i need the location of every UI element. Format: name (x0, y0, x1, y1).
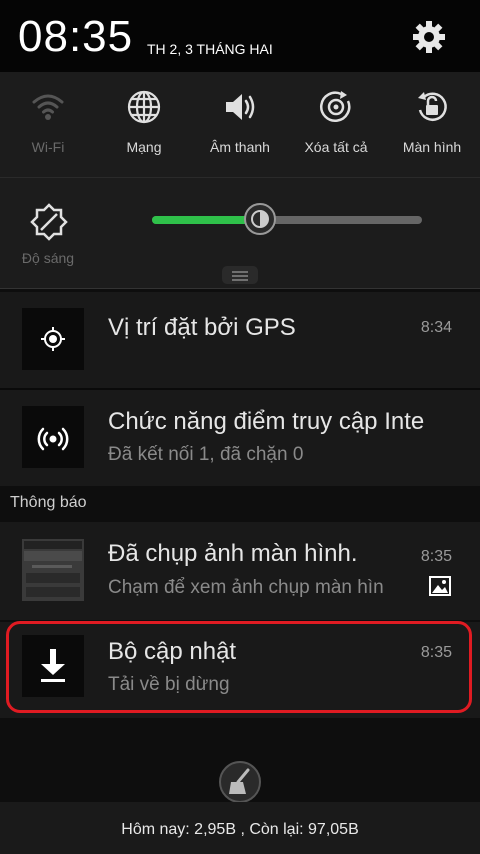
screenshot-thumbnail (22, 539, 84, 601)
drag-handle-icon[interactable] (222, 266, 258, 284)
data-usage-text: Hôm nay: 2,95B , Còn lại: 97,05B (121, 821, 359, 838)
screenshot-thumbnail-image (22, 539, 84, 601)
gps-icon (41, 327, 65, 351)
speaker-icon (226, 94, 255, 120)
gear-icon[interactable] (411, 19, 447, 55)
gps-icon-tile (22, 308, 84, 370)
clear-all-icon (319, 91, 351, 123)
screen-rotation-lock-icon (418, 92, 447, 121)
notification-title: Chức năng điểm truy cập Inte (108, 408, 425, 435)
status-bar: 08:35 TH 2, 3 THÁNG HAI (0, 0, 480, 72)
brightness-panel: Độ sáng (0, 178, 480, 289)
notification-hotspot[interactable]: Chức năng điểm truy cập Inte Đã kết nối … (0, 390, 480, 486)
hotspot-icon (37, 427, 69, 451)
qs-wifi-label: Wi-Fi (31, 139, 65, 155)
notification-screenshot[interactable]: Đã chụp ảnh màn hình. 8:35 Chạm để xem ả… (0, 522, 480, 620)
brightness-auto-icon[interactable] (30, 203, 68, 241)
qs-clear-all-label: Xóa tất cả (304, 139, 368, 155)
notification-subtitle: Đã kết nối 1, đã chặn 0 (108, 444, 304, 465)
highlight-outline (6, 621, 472, 713)
qs-screen[interactable]: Màn hình (384, 72, 480, 177)
brightness-thumb-icon (251, 210, 269, 228)
data-usage-bar: Hôm nay: 2,95B , Còn lại: 97,05B (0, 802, 480, 854)
brightness-slider[interactable] (152, 203, 422, 235)
qs-wifi[interactable]: Wi-Fi (0, 72, 96, 177)
clock: 08:35 (18, 12, 134, 61)
notification-time: 8:35 (420, 548, 452, 565)
notification-time: 8:34 (420, 319, 452, 336)
notification-subtitle: Chạm để xem ảnh chụp màn hìn (108, 577, 384, 598)
qs-clear-all[interactable]: Xóa tất cả (288, 72, 384, 177)
qs-sound-label: Âm thanh (210, 139, 270, 155)
date: TH 2, 3 THÁNG HAI (147, 41, 273, 57)
section-header: Thông báo (10, 494, 87, 511)
qs-network[interactable]: Mạng (96, 72, 192, 177)
hotspot-icon-tile (22, 406, 84, 468)
image-icon (429, 576, 451, 596)
brightness-label: Độ sáng (21, 250, 75, 266)
clear-notifications-icon[interactable] (218, 760, 262, 804)
brightness-slider-thumb[interactable] (244, 203, 276, 235)
notification-title: Vị trí đặt bởi GPS (108, 314, 296, 341)
notification-title: Đã chụp ảnh màn hình. (108, 540, 358, 567)
quick-settings: Wi-Fi Mạng Âm thanh Xóa tất cả Màn hình (0, 72, 480, 178)
notification-gps[interactable]: Vị trí đặt bởi GPS 8:34 (0, 292, 480, 388)
globe-icon (127, 90, 161, 124)
qs-sound[interactable]: Âm thanh (192, 72, 288, 177)
qs-network-label: Mạng (126, 139, 162, 155)
qs-screen-label: Màn hình (402, 139, 462, 155)
wifi-icon (32, 94, 64, 120)
